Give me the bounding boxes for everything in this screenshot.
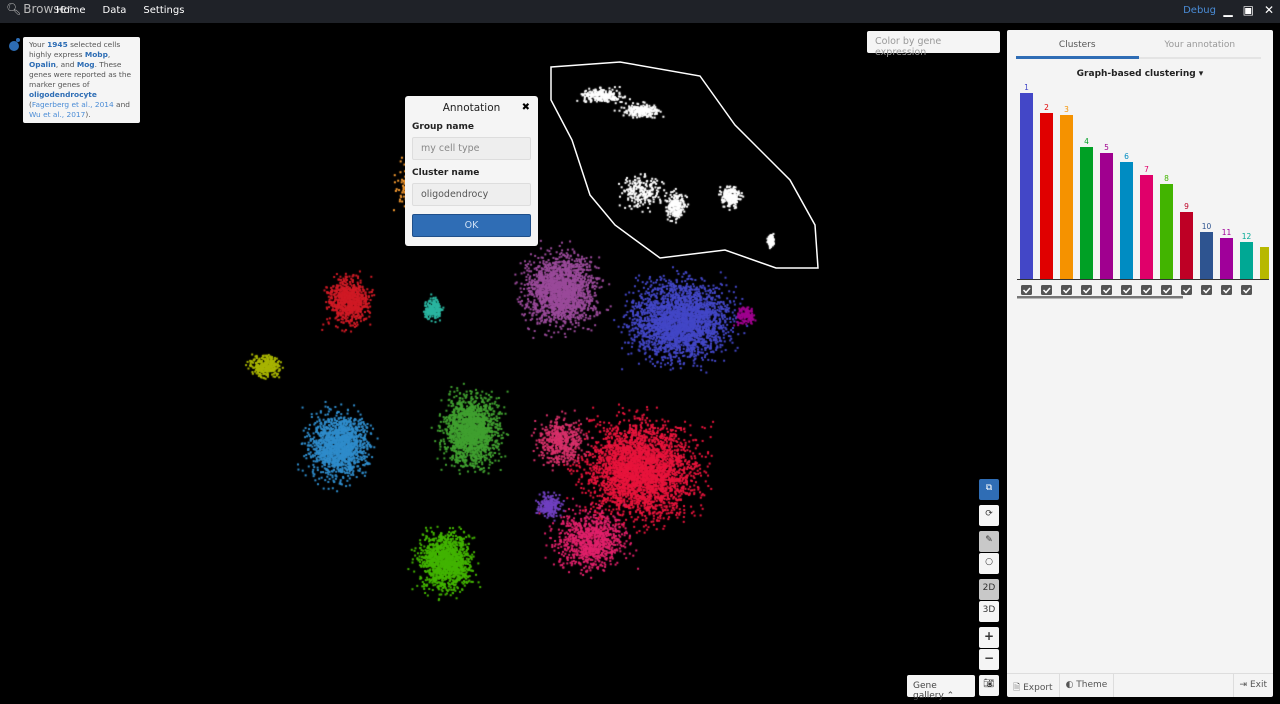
pencil-icon[interactable]: ✎ [979, 531, 999, 552]
refresh-icon[interactable]: ⟳ [979, 505, 999, 526]
zoom-out-button[interactable]: − [979, 649, 999, 670]
cluster-checkbox[interactable] [1121, 285, 1132, 295]
group-name-input[interactable]: my cell type [412, 137, 531, 160]
bar-label: 7 [1144, 165, 1149, 174]
tab-clusters[interactable]: Clusters [1016, 40, 1139, 59]
gene-link[interactable]: Mobp [85, 50, 108, 59]
bar-cluster-3[interactable] [1060, 115, 1073, 279]
cluster-name-input[interactable]: oligodendrocy [412, 183, 531, 206]
theme-button[interactable]: ◐ Theme [1060, 674, 1115, 697]
reference-link[interactable]: Wu et al., 2017 [29, 110, 85, 119]
minimize-icon[interactable]: ▁ [1223, 3, 1232, 17]
color-by-gene-input[interactable]: Color by gene expression [867, 31, 1000, 58]
bar-label: 8 [1164, 174, 1169, 183]
nav-home[interactable]: Home [56, 5, 86, 16]
bar-label: 9 [1184, 202, 1189, 211]
bar-label: 11 [1222, 228, 1232, 237]
bar-cluster-5[interactable] [1100, 153, 1113, 279]
gene-link[interactable]: Opalin [29, 60, 56, 69]
info-icon-dot [16, 38, 20, 42]
export-button[interactable]: 🗎 Export [1007, 674, 1060, 697]
dialog-title: Annotation [442, 102, 501, 114]
debug-link[interactable]: Debug [1183, 5, 1216, 16]
camera-icon[interactable]: 📷︎ [979, 675, 999, 696]
bar-cluster-6[interactable] [1120, 162, 1133, 279]
bar-cluster-9[interactable] [1180, 212, 1193, 279]
side-panel: Clusters Your annotation Graph-based clu… [1007, 30, 1273, 697]
cluster-checkbox[interactable] [1201, 285, 1212, 295]
tab-your-annotation[interactable]: Your annotation [1139, 40, 1262, 57]
bar-label: 4 [1084, 137, 1089, 146]
search-logo-icon: 🔍︎ [6, 2, 22, 16]
cluster-checkbox[interactable] [1101, 285, 1112, 295]
lasso-icon[interactable]: ○ [979, 553, 999, 574]
cluster-checkbox[interactable] [1241, 285, 1252, 295]
bar-label: 5 [1104, 143, 1109, 152]
cluster-checkbox[interactable] [1061, 285, 1072, 295]
nav-data[interactable]: Data [103, 5, 127, 16]
bar-label: 1 [1024, 83, 1029, 92]
top-bar: 🔍︎ Browser Home Data Settings Debug ▁ ▣ ✕ [0, 0, 1280, 23]
bar-cluster-4[interactable] [1080, 147, 1093, 279]
cluster-checkbox[interactable] [1081, 285, 1092, 295]
group-name-label: Group name [412, 122, 474, 132]
cluster-checkbox[interactable] [1041, 285, 1052, 295]
cluster-checkbox[interactable] [1181, 285, 1192, 295]
2d-button[interactable]: 2D [979, 579, 999, 600]
bar-label: 6 [1124, 152, 1129, 161]
nav-settings[interactable]: Settings [143, 5, 184, 16]
bar-cluster-12[interactable] [1240, 242, 1253, 279]
close-icon[interactable]: ✖ [522, 102, 530, 113]
gene-gallery-button[interactable]: Gene gallery ⌃ [907, 675, 975, 701]
bar-label: 2 [1044, 103, 1049, 112]
info-icon[interactable] [9, 41, 19, 51]
bar-cluster-10[interactable] [1200, 232, 1213, 279]
bar-cluster-8[interactable] [1160, 184, 1173, 279]
bar-label: 3 [1064, 105, 1069, 114]
cluster-checkbox[interactable] [1141, 285, 1152, 295]
zoom-in-button[interactable]: + [979, 627, 999, 648]
bar-label: 10 [1202, 222, 1212, 231]
cell-type-link[interactable]: oligodendrocyte [29, 90, 97, 99]
reference-link[interactable]: Fagerberg et al., 2014 [32, 100, 114, 109]
cluster-tree-icon[interactable]: ⧉ [979, 479, 999, 500]
annotation-dialog: Annotation ✖ Group name my cell type Clu… [405, 96, 538, 246]
bar-cluster-1[interactable] [1020, 93, 1033, 279]
maximize-icon[interactable]: ▣ [1243, 3, 1254, 17]
bar-cluster-13[interactable] [1260, 247, 1269, 279]
bar-cluster-7[interactable] [1140, 175, 1153, 279]
exit-button[interactable]: ⇥ Exit [1232, 674, 1273, 697]
bar-cluster-2[interactable] [1040, 113, 1053, 279]
cluster-checkbox[interactable] [1221, 285, 1232, 295]
selection-tooltip: Your 1945 selected cells highly express … [23, 37, 140, 123]
horizontal-scrollbar[interactable] [1017, 296, 1183, 299]
bar-cluster-11[interactable] [1220, 238, 1233, 279]
cluster-bar-chart: 12 34567891011 12 [1017, 83, 1269, 299]
ok-button[interactable]: OK [412, 214, 531, 237]
close-icon[interactable]: ✕ [1264, 3, 1274, 17]
3d-button[interactable]: 3D [979, 601, 999, 622]
cluster-checkbox[interactable] [1161, 285, 1172, 295]
cluster-checkbox[interactable] [1021, 285, 1032, 295]
bar-label: 12 [1242, 232, 1252, 241]
gene-link[interactable]: Mog [77, 60, 95, 69]
clustering-dropdown[interactable]: Graph-based clustering ▾ [1007, 69, 1273, 79]
cluster-name-label: Cluster name [412, 168, 480, 178]
